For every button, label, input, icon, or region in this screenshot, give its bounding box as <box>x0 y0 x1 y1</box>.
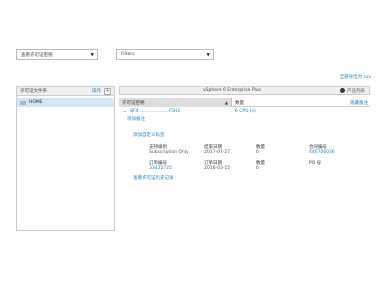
qty2-value: 6 <box>256 166 259 171</box>
column-header-key[interactable]: 许可证密钥 ▲ <box>119 98 232 107</box>
order-date-value: 2016-03-15 <box>204 166 231 171</box>
product-title: vSphere 6 Enterprise Plus <box>203 88 261 93</box>
filters-select-value: Filters <box>121 52 135 57</box>
product-list-label: 产品列表 <box>347 88 365 94</box>
qty2-cell: 数量 6 <box>256 160 265 171</box>
filters-select[interactable]: Filters ▼ <box>116 49 214 60</box>
order-number-link[interactable]: 33422725 <box>149 166 172 171</box>
folder-view-select[interactable]: 查看许可证密钥 ▼ <box>16 49 98 60</box>
chevron-down-icon: ▼ <box>206 53 210 58</box>
chevron-down-icon[interactable]: ⌄ <box>123 109 127 114</box>
product-header: vSphere 6 Enterprise Plus 产品列表 <box>119 86 370 95</box>
add-custom-label-link[interactable]: 添加自定义标签 <box>133 132 165 138</box>
export-csv-link[interactable]: 全部导出为 csv <box>340 74 371 80</box>
po-label: PO 号 <box>309 161 322 166</box>
support-level-value: Subscription Only <box>149 150 189 155</box>
support-level-cell: 支持级别 Subscription Only <box>149 144 189 155</box>
order-date-cell: 订单日期 2016-03-15 <box>204 160 230 171</box>
add-folder-button[interactable]: + <box>104 87 111 95</box>
chevron-down-icon: ▼ <box>90 53 94 58</box>
column-header-key-label: 许可证密钥 <box>122 101 145 106</box>
qty1-cell: 数量 6 <box>256 144 265 155</box>
column-header-qty[interactable]: 数量 <box>235 100 244 106</box>
expiry-value: 2017-07-27 <box>204 150 231 155</box>
add-note-link[interactable]: 添加备注 <box>127 116 145 122</box>
contract-number-link[interactable]: 446706036 <box>309 150 335 155</box>
license-qty-value: 6 CPU (s) <box>235 109 256 114</box>
folder-view-select-value: 查看许可证密钥 <box>21 52 53 58</box>
license-table-header: 许可证密钥 ▲ 数量 隐藏备注 <box>119 98 370 107</box>
license-key-row[interactable]: ⌄ 8F4.....................F5H2 <box>123 109 180 114</box>
order-cell: 订单编号 33422725 <box>149 160 172 171</box>
sort-ascending-icon[interactable]: ▲ <box>225 100 228 105</box>
qty1-value: 6 <box>256 150 259 155</box>
folder-panel-title: 许可证文件夹 <box>20 89 47 94</box>
folder-item-home[interactable]: HOME <box>17 98 114 107</box>
view-license-history-link[interactable]: 查看许可证历史记录 <box>133 175 174 181</box>
po-cell: PO 号 <box>309 160 321 166</box>
folder-item-label: HOME <box>29 100 43 105</box>
hide-notes-link[interactable]: 隐藏备注 <box>350 100 368 106</box>
contract-cell: 合同编号 446706036 <box>309 144 335 155</box>
license-detail-panel: vSphere 6 Enterprise Plus 产品列表 许可证密钥 ▲ 数… <box>119 86 370 231</box>
folder-icon <box>20 100 26 105</box>
license-folder-panel: 许可证文件夹 操作 + HOME <box>16 86 115 231</box>
list-icon <box>340 88 345 93</box>
license-key-value[interactable]: 8F4.....................F5H2 <box>130 109 180 114</box>
folder-panel-header: 许可证文件夹 操作 + <box>17 87 114 96</box>
product-list-button[interactable]: 产品列表 <box>340 88 365 94</box>
folder-manage-link[interactable]: 操作 <box>92 88 101 94</box>
expiry-cell: 结束日期 2017-07-27 <box>204 144 230 155</box>
filter-bar: 查看许可证密钥 ▼ Filters ▼ <box>16 49 376 61</box>
